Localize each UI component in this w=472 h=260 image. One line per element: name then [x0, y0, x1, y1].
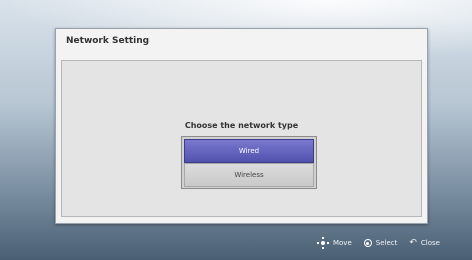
dpad-move-icon [316, 237, 329, 249]
dialog-title: Network Setting [66, 36, 150, 46]
hint-close-label: Close [420, 239, 440, 247]
network-setting-dialog: Network Setting Choose the network type … [55, 28, 428, 224]
option-wired[interactable]: Wired [184, 139, 314, 163]
select-button-icon [363, 239, 372, 247]
hint-select-label: Select [375, 239, 398, 247]
network-type-options: Wired Wireless [181, 136, 317, 189]
hint-move: Move [316, 237, 352, 249]
option-label: Wireless [234, 171, 264, 179]
back-close-icon: ↶ [409, 237, 417, 248]
dialog-panel: Choose the network type Wired Wireless [61, 60, 422, 217]
hint-select: Select [363, 239, 398, 247]
network-type-prompt: Choose the network type [184, 121, 299, 130]
hint-close: ↶ Close [409, 237, 440, 248]
option-wireless[interactable]: Wireless [184, 163, 314, 187]
option-label: Wired [238, 147, 260, 155]
hint-move-label: Move [332, 239, 352, 247]
footer-hints: Move Select ↶ Close [316, 237, 440, 249]
